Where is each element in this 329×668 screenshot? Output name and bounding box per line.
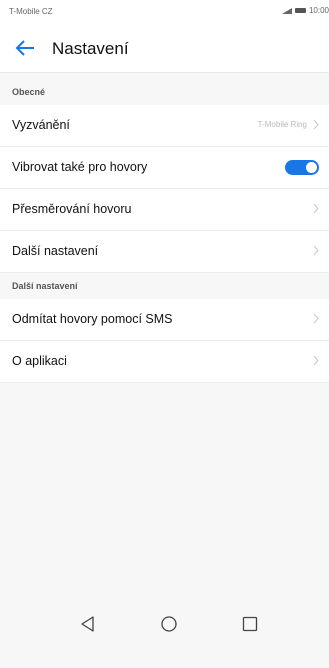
vibrate-toggle[interactable] xyxy=(285,160,319,175)
chevron-right-icon xyxy=(313,119,319,130)
list-item-vibrate[interactable]: Vibrovat také pro hovory xyxy=(0,147,329,189)
chevron-right-icon xyxy=(313,203,319,214)
square-recents-icon[interactable] xyxy=(240,614,260,634)
circle-home-icon[interactable] xyxy=(159,614,179,634)
list-item-label: Další nastavení xyxy=(12,244,99,258)
list-item-ringtone[interactable]: Vyzvánění T-Mobile Ring xyxy=(0,105,329,147)
chevron-right-icon xyxy=(313,355,319,366)
list-item-label: Vyzvánění xyxy=(12,118,70,132)
list-item-about[interactable]: O aplikaci xyxy=(0,341,329,383)
list-item-more-settings[interactable]: Další nastavení xyxy=(0,231,329,273)
list-item-reject-sms[interactable]: Odmítat hovory pomocí SMS xyxy=(0,299,329,341)
list-item-label: O aplikaci xyxy=(12,354,67,368)
arrow-left-icon[interactable] xyxy=(14,38,36,58)
battery-icon xyxy=(294,8,306,13)
chevron-right-icon xyxy=(313,245,319,256)
signal-icon xyxy=(281,7,292,14)
triangle-back-icon[interactable] xyxy=(78,614,98,634)
chevron-right-icon xyxy=(313,313,319,324)
section-header-general: Obecné xyxy=(0,79,329,105)
carrier-name: T-Mobile CZ xyxy=(9,7,53,16)
list-item-label: Odmítat hovory pomocí SMS xyxy=(12,312,173,326)
list-item-label: Vibrovat také pro hovory xyxy=(12,160,148,174)
clock: 10:00 xyxy=(308,6,329,15)
app-bar: Nastavení xyxy=(0,24,329,73)
status-bar: T-Mobile CZ 10:00 xyxy=(0,0,329,24)
toggle-knob xyxy=(306,162,317,173)
list-item-label: Přesměrování hovoru xyxy=(12,202,132,216)
list-item-call-forwarding[interactable]: Přesměrování hovoru xyxy=(0,189,329,231)
page-title: Nastavení xyxy=(52,39,129,58)
status-icons: 10:00 xyxy=(281,6,329,15)
section-header-more: Další nastavení xyxy=(0,273,329,299)
ringtone-value: T-Mobile Ring xyxy=(257,120,307,129)
navigation-bar xyxy=(0,604,329,668)
settings-list: Obecné Vyzvánění T-Mobile Ring Vibrovat … xyxy=(0,79,329,383)
